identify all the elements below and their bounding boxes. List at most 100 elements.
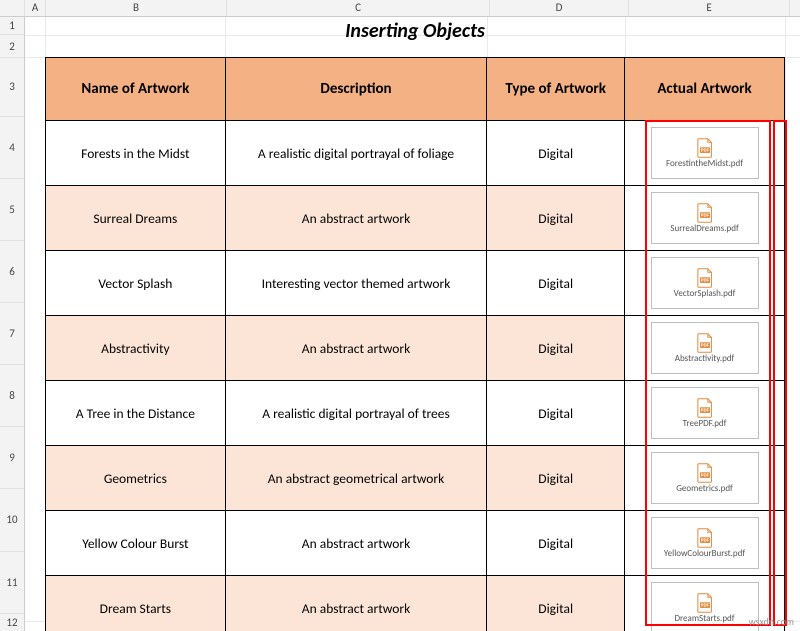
row-header-7[interactable]: 7 bbox=[0, 303, 24, 365]
table-row: Dream StartsAn abstract artworkDigital P… bbox=[46, 576, 785, 631]
cell-type[interactable]: Digital bbox=[487, 316, 625, 381]
svg-text:PDF: PDF bbox=[700, 278, 709, 283]
table-header-row: Name of Artwork Description Type of Artw… bbox=[46, 58, 785, 121]
pdf-icon: PDF bbox=[696, 333, 714, 353]
cell-grid[interactable]: Inserting Objects Name of Artwork Descri… bbox=[25, 17, 800, 631]
pdf-icon: PDF bbox=[696, 593, 714, 613]
embedded-object[interactable]: PDF YellowColourBurst.pdf bbox=[651, 517, 759, 569]
row-header-2[interactable]: 2 bbox=[0, 35, 24, 57]
header-type[interactable]: Type of Artwork bbox=[487, 58, 625, 121]
row-header-9[interactable]: 9 bbox=[0, 427, 24, 489]
svg-text:PDF: PDF bbox=[700, 603, 709, 608]
cell-name[interactable]: Surreal Dreams bbox=[46, 186, 226, 251]
cell-name[interactable]: Yellow Colour Burst bbox=[46, 511, 226, 576]
row-header-4[interactable]: 4 bbox=[0, 117, 24, 179]
spreadsheet-window: A B C D E 1 2 3 4 5 6 7 8 9 10 11 12 bbox=[0, 0, 800, 631]
cell-artwork[interactable]: PDF VectorSplash.pdf bbox=[625, 251, 785, 316]
svg-text:PDF: PDF bbox=[700, 343, 709, 348]
selectall-corner[interactable] bbox=[0, 0, 25, 16]
cell-desc[interactable]: Interesting vector themed artwork bbox=[225, 251, 487, 316]
svg-text:PDF: PDF bbox=[700, 148, 709, 153]
cell-desc[interactable]: An abstract artwork bbox=[225, 511, 487, 576]
cell-artwork[interactable]: PDF YellowColourBurst.pdf bbox=[625, 511, 785, 576]
cell-type[interactable]: Digital bbox=[487, 511, 625, 576]
col-header-D[interactable]: D bbox=[490, 0, 629, 16]
cell-type[interactable]: Digital bbox=[487, 576, 625, 631]
header-desc[interactable]: Description bbox=[225, 58, 487, 121]
svg-text:PDF: PDF bbox=[700, 473, 709, 478]
cell-artwork[interactable]: PDF SurrealDreams.pdf bbox=[625, 186, 785, 251]
cell-name[interactable]: Geometrics bbox=[46, 446, 226, 511]
pdf-icon: PDF bbox=[696, 268, 714, 288]
row-header-11[interactable]: 11 bbox=[0, 552, 24, 614]
cell-artwork[interactable]: PDF Geometrics.pdf bbox=[625, 446, 785, 511]
row-header-5[interactable]: 5 bbox=[0, 179, 24, 241]
row-header-6[interactable]: 6 bbox=[0, 241, 24, 303]
cell-desc[interactable]: A realistic digital portrayal of trees bbox=[225, 381, 487, 446]
embedded-object[interactable]: PDF VectorSplash.pdf bbox=[651, 257, 759, 309]
cell-desc[interactable]: An abstract geometrical artwork bbox=[225, 446, 487, 511]
cell-desc[interactable]: An abstract artwork bbox=[225, 576, 487, 631]
embedded-object-filename: VectorSplash.pdf bbox=[674, 289, 736, 298]
embedded-object[interactable]: PDF TreePDF.pdf bbox=[651, 387, 759, 439]
cell-artwork[interactable]: PDF Abstractivity.pdf bbox=[625, 316, 785, 381]
cell-artwork[interactable]: PDF ForestintheMidst.pdf bbox=[625, 121, 785, 186]
embedded-object-filename: Abstractivity.pdf bbox=[675, 354, 735, 363]
svg-text:PDF: PDF bbox=[700, 538, 709, 543]
embedded-object-filename: ForestintheMidst.pdf bbox=[666, 159, 743, 168]
embedded-object-filename: Geometrics.pdf bbox=[676, 484, 733, 493]
embedded-object[interactable]: PDF Abstractivity.pdf bbox=[651, 322, 759, 374]
col-header-E[interactable]: E bbox=[629, 0, 790, 16]
cell-name[interactable]: A Tree in the Distance bbox=[46, 381, 226, 446]
table-row: A Tree in the DistanceA realistic digita… bbox=[46, 381, 785, 446]
cell-type[interactable]: Digital bbox=[487, 121, 625, 186]
artwork-table: Name of Artwork Description Type of Artw… bbox=[45, 57, 785, 631]
embedded-object[interactable]: PDF SurrealDreams.pdf bbox=[651, 192, 759, 244]
table-row: Yellow Colour BurstAn abstract artworkDi… bbox=[46, 511, 785, 576]
pdf-icon: PDF bbox=[696, 398, 714, 418]
row-header-12[interactable]: 12 bbox=[0, 614, 24, 631]
cell-desc[interactable]: An abstract artwork bbox=[225, 186, 487, 251]
row-header-3[interactable]: 3 bbox=[0, 58, 24, 117]
cell-type[interactable]: Digital bbox=[487, 381, 625, 446]
header-name[interactable]: Name of Artwork bbox=[46, 58, 226, 121]
embedded-object[interactable]: PDF ForestintheMidst.pdf bbox=[651, 127, 759, 179]
table-row: Vector SplashInteresting vector themed a… bbox=[46, 251, 785, 316]
table-row: Forests in the MidstA realistic digital … bbox=[46, 121, 785, 186]
header-art[interactable]: Actual Artwork bbox=[625, 58, 785, 121]
cell-name[interactable]: Forests in the Midst bbox=[46, 121, 226, 186]
watermark: wsxdn.com bbox=[749, 615, 794, 628]
pdf-icon: PDF bbox=[696, 528, 714, 548]
row-header-10[interactable]: 10 bbox=[0, 489, 24, 551]
cell-name[interactable]: Dream Starts bbox=[46, 576, 226, 631]
cell-desc[interactable]: An abstract artwork bbox=[225, 316, 487, 381]
row-header-column: 1 2 3 4 5 6 7 8 9 10 11 12 bbox=[0, 17, 25, 631]
cell-type[interactable]: Digital bbox=[487, 446, 625, 511]
pdf-icon: PDF bbox=[696, 463, 714, 483]
cell-artwork[interactable]: PDF TreePDF.pdf bbox=[625, 381, 785, 446]
cell-desc[interactable]: A realistic digital portrayal of foliage bbox=[225, 121, 487, 186]
column-header-row: A B C D E bbox=[0, 0, 800, 17]
cell-type[interactable]: Digital bbox=[487, 251, 625, 316]
row-header-8[interactable]: 8 bbox=[0, 365, 24, 427]
cell-name[interactable]: Vector Splash bbox=[46, 251, 226, 316]
embedded-object[interactable]: PDF DreamStarts.pdf bbox=[651, 582, 759, 631]
col-header-A[interactable]: A bbox=[25, 0, 46, 16]
table-row: GeometricsAn abstract geometrical artwor… bbox=[46, 446, 785, 511]
col-header-C[interactable]: C bbox=[227, 0, 490, 16]
embedded-object-filename: SurrealDreams.pdf bbox=[670, 224, 738, 233]
col-header-B[interactable]: B bbox=[46, 0, 227, 16]
pdf-icon: PDF bbox=[696, 138, 714, 158]
svg-text:PDF: PDF bbox=[700, 408, 709, 413]
embedded-object-filename: YellowColourBurst.pdf bbox=[664, 549, 745, 558]
cell-type[interactable]: Digital bbox=[487, 186, 625, 251]
embedded-object-filename: TreePDF.pdf bbox=[683, 419, 727, 428]
page-title: Inserting Objects bbox=[45, 19, 785, 47]
table-row: Surreal DreamsAn abstract artworkDigital… bbox=[46, 186, 785, 251]
embedded-object[interactable]: PDF Geometrics.pdf bbox=[651, 452, 759, 504]
pdf-icon: PDF bbox=[696, 203, 714, 223]
row-header-1[interactable]: 1 bbox=[0, 17, 24, 35]
svg-text:PDF: PDF bbox=[700, 213, 709, 218]
cell-name[interactable]: Abstractivity bbox=[46, 316, 226, 381]
embedded-object-filename: DreamStarts.pdf bbox=[675, 614, 735, 623]
